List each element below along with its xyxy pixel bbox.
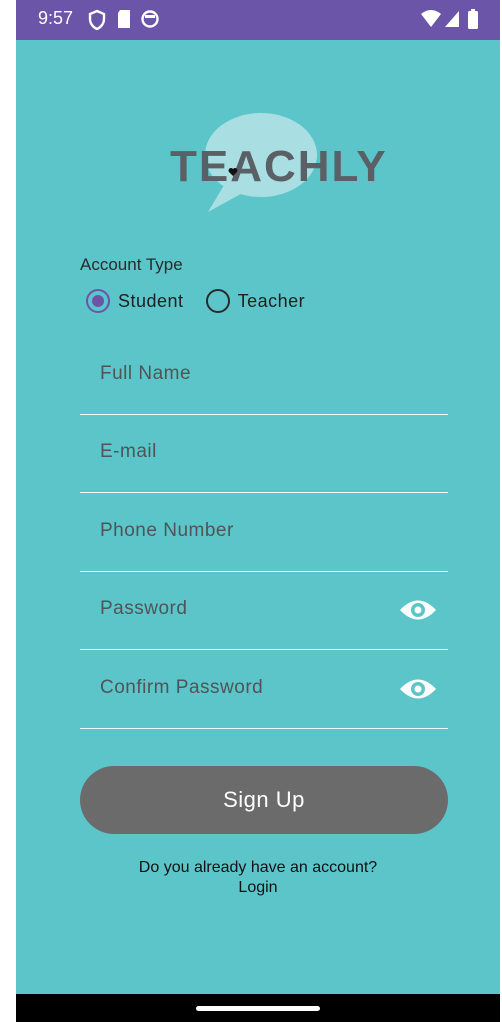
radio-student-circle[interactable]: [86, 289, 110, 313]
wifi-icon: [421, 10, 441, 27]
radio-selected-dot: [92, 295, 104, 307]
circle-app-icon: [141, 10, 159, 28]
password-field: [80, 571, 448, 650]
password-input[interactable]: [98, 591, 402, 627]
account-type-radio-group: Student Teacher: [86, 289, 327, 313]
email-input[interactable]: [98, 434, 402, 470]
logo-text: TEACHLY: [170, 142, 388, 191]
radio-teacher-circle[interactable]: [205, 289, 230, 313]
phone-field: [80, 493, 448, 572]
email-field: [80, 414, 448, 493]
battery-icon: [468, 9, 478, 29]
navigation-bar: [16, 994, 500, 1022]
login-prompt: Do you already have an account? Login: [16, 858, 500, 898]
confirm-password-field: [80, 650, 448, 729]
status-time: 9:57: [38, 8, 74, 28]
signal-icon: [445, 11, 459, 27]
home-gesture-bar[interactable]: [196, 1006, 320, 1011]
radio-student-label[interactable]: Student: [118, 291, 184, 312]
login-link[interactable]: Login: [16, 878, 500, 898]
eye-icon[interactable]: [398, 595, 438, 625]
account-type-label: Account Type: [80, 255, 183, 274]
heart-icon: [228, 168, 238, 176]
status-bar: 9:57: [16, 0, 500, 40]
login-prompt-text: Do you already have an account?: [138, 859, 378, 876]
full-name-field: [80, 336, 448, 415]
eye-icon[interactable]: [398, 674, 438, 704]
confirm-password-input[interactable]: [98, 670, 402, 706]
sign-up-button[interactable]: Sign Up: [80, 766, 448, 834]
shield-icon: [88, 9, 106, 31]
signup-screen: 9:57 TEACHLY Account Type Student Teache…: [16, 0, 500, 1022]
teachly-logo: TEACHLY: [166, 110, 386, 220]
sd-card-icon: [118, 10, 130, 28]
radio-student[interactable]: Student: [86, 289, 184, 313]
full-name-input[interactable]: [98, 356, 402, 392]
phone-input[interactable]: [98, 513, 402, 549]
radio-teacher-label[interactable]: Teacher: [238, 291, 306, 312]
radio-teacher[interactable]: Teacher: [205, 289, 306, 313]
